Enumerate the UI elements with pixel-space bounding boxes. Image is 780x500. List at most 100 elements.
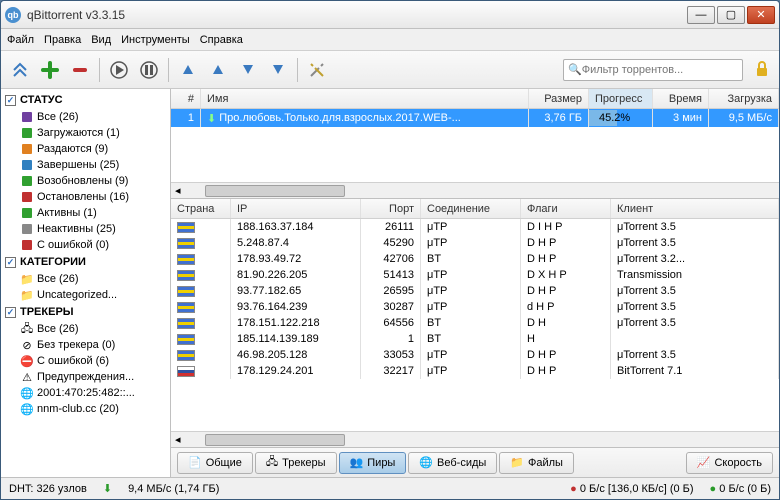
h-scrollbar[interactable]: ◂ [171,431,779,447]
close-button[interactable]: ✕ [747,6,775,24]
folder-icon: 📁 [21,289,33,301]
sidebar-status-item[interactable]: Завершены (25) [3,157,168,173]
minimize-button[interactable]: — [687,6,715,24]
maximize-button[interactable]: ▢ [717,6,745,24]
status-dot-icon [21,175,33,187]
col-number[interactable]: # [171,89,201,108]
cell-ip: 81.90.226.205 [231,267,361,283]
sidebar-status-item[interactable]: Остановлены (16) [3,189,168,205]
cell-client: μTorrent 3.5 [611,283,779,299]
peer-row[interactable]: 188.163.37.184 26111 μTP D I H P μTorren… [171,219,779,235]
cell-country [171,331,231,347]
peer-row[interactable]: 178.129.24.201 32217 μTP D H P BitTorren… [171,363,779,379]
tab-files[interactable]: 📁Файлы [499,452,574,474]
main-panel: # Имя Размер Прогресс Время Загрузка 1 ⬇… [171,89,779,477]
sidebar-tracker-item[interactable]: ⊘Без трекера (0) [3,337,168,353]
move-top-button[interactable] [175,57,201,83]
search-box[interactable]: 🔍 [563,59,743,81]
flag-icon [177,302,195,313]
sidebar-item-label: nnm-club.cc (20) [37,403,119,415]
col-size[interactable]: Размер [529,89,589,108]
menu-edit[interactable]: Правка [44,34,81,46]
sidebar-status-item[interactable]: Раздаются (9) [3,141,168,157]
peer-row[interactable]: 178.151.122.218 64556 BT D H μTorrent 3.… [171,315,779,331]
col-country[interactable]: Страна [171,199,231,218]
col-port[interactable]: Порт [361,199,421,218]
flag-icon [177,286,195,297]
col-download[interactable]: Загрузка [709,89,779,108]
add-link-button[interactable] [7,57,33,83]
move-up-button[interactable] [205,57,231,83]
sidebar-status-header[interactable]: ✓СТАТУС [3,91,168,109]
settings-button[interactable] [304,57,330,83]
sidebar-status-item[interactable]: Неактивны (25) [3,221,168,237]
h-scrollbar[interactable]: ◂ [171,182,779,198]
sidebar-item-label: Возобновлены (9) [37,175,128,187]
lock-icon[interactable] [753,60,773,80]
sidebar-item-label: Активны (1) [37,207,97,219]
menu-tools[interactable]: Инструменты [121,34,190,46]
peer-row[interactable]: 185.114.139.189 1 BT H [171,331,779,347]
cell-conn: μTP [421,299,521,315]
sidebar-trackers-header[interactable]: ✓ТРЕКЕРЫ [3,303,168,321]
col-flags[interactable]: Флаги [521,199,611,218]
status-dot-icon [21,191,33,203]
sidebar-category-item[interactable]: 📁Все (26) [3,271,168,287]
move-bottom-button[interactable] [265,57,291,83]
menu-view[interactable]: Вид [91,34,111,46]
sidebar-tracker-item[interactable]: ⛔С ошибкой (6) [3,353,168,369]
folder-icon: 📁 [510,456,524,469]
sidebar-tracker-item[interactable]: ⚠Предупреждения... [3,369,168,385]
folder-icon: 📁 [21,273,33,285]
scroll-thumb[interactable] [205,185,345,197]
sidebar-status-item[interactable]: Активны (1) [3,205,168,221]
tab-speed[interactable]: 📈Скорость [686,452,773,474]
peer-row[interactable]: 5.248.87.4 45290 μTP D H P μTorrent 3.5 [171,235,779,251]
tab-trackers[interactable]: 🖧Трекеры [255,452,337,474]
sidebar-item-label: Все (26) [37,323,79,335]
scroll-thumb[interactable] [205,434,345,446]
sidebar-categories-header[interactable]: ✓КАТЕГОРИИ [3,253,168,271]
cell-client: BitTorrent 7.1 [611,363,779,379]
sidebar-tracker-item[interactable]: 🌐2001:470:25:482::... [3,385,168,401]
status-dot-icon [21,143,33,155]
tab-peers[interactable]: 👥Пиры [339,452,407,474]
sidebar-status-item[interactable]: Все (26) [3,109,168,125]
col-time[interactable]: Время [653,89,709,108]
peer-row[interactable]: 93.76.164.239 30287 μTP d H P μTorrent 3… [171,299,779,315]
titlebar[interactable]: qb qBittorrent v3.3.15 — ▢ ✕ [1,1,779,29]
delete-button[interactable] [67,57,93,83]
resume-button[interactable] [106,57,132,83]
move-down-button[interactable] [235,57,261,83]
sidebar-status-item[interactable]: С ошибкой (0) [3,237,168,253]
search-input[interactable] [582,64,738,76]
upload-icon: ⬇ [103,482,112,495]
add-torrent-button[interactable] [37,57,63,83]
pause-button[interactable] [136,57,162,83]
sidebar-tracker-item[interactable]: 🖧Все (26) [3,321,168,337]
warn-icon: ⚠ [21,371,33,383]
tab-webseeds[interactable]: 🌐Веб-сиды [408,452,497,474]
transfer-row[interactable]: 1 ⬇ Про.любовь.Только.для.взрослых.2017.… [171,109,779,127]
sidebar-status-item[interactable]: Загружаются (1) [3,125,168,141]
peer-row[interactable]: 46.98.205.128 33053 μTP D H P μTorrent 3… [171,347,779,363]
menu-file[interactable]: Файл [7,34,34,46]
sidebar-category-item[interactable]: 📁Uncategorized... [3,287,168,303]
col-progress[interactable]: Прогресс [589,89,653,108]
peer-row[interactable]: 93.77.182.65 26595 μTP D H P μTorrent 3.… [171,283,779,299]
sidebar-status-item[interactable]: Возобновлены (9) [3,173,168,189]
col-connection[interactable]: Соединение [421,199,521,218]
sidebar-item-label: Раздаются (9) [37,143,108,155]
col-client[interactable]: Клиент [611,199,779,218]
menu-help[interactable]: Справка [200,34,243,46]
cell-port: 32217 [361,363,421,379]
cell-client: μTorrent 3.5 [611,299,779,315]
col-ip[interactable]: IP [231,199,361,218]
sidebar-tracker-item[interactable]: 🌐nnm-club.cc (20) [3,401,168,417]
peer-row[interactable]: 178.93.49.72 42706 BT D H P μTorrent 3.2… [171,251,779,267]
tab-general[interactable]: 📄Общие [177,452,253,474]
col-name[interactable]: Имя [201,89,529,108]
cell-flags: H [521,331,611,347]
flag-icon [177,222,195,233]
peer-row[interactable]: 81.90.226.205 51413 μTP D X H P Transmis… [171,267,779,283]
